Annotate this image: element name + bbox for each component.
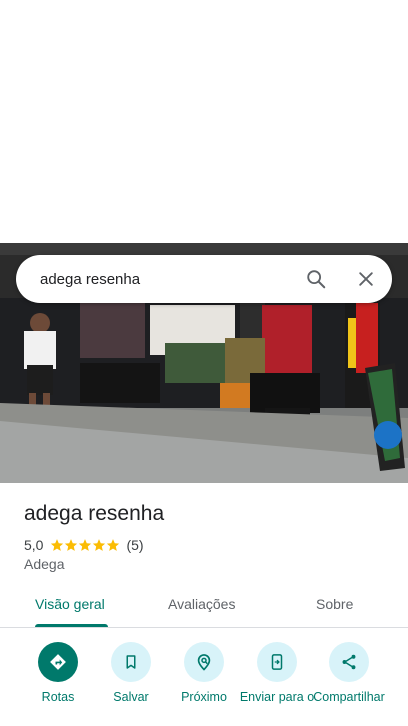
place-category: Adega (24, 556, 65, 572)
tab-overview[interactable]: Visão geral (35, 596, 105, 612)
map-blank-area (0, 0, 408, 243)
save-label: Salvar (113, 690, 149, 704)
action-bar: Rotas Salvar Próximo Enviar para o Compa… (0, 642, 408, 726)
search-input[interactable]: adega resenha (40, 271, 304, 288)
directions-icon (38, 642, 78, 682)
send-to-phone-label: Enviar para o (239, 690, 315, 704)
review-count[interactable]: (5) (126, 537, 143, 553)
share-button[interactable]: Compartilhar (309, 642, 389, 705)
star-rating (50, 538, 120, 552)
tab-bar: Visão geral Avaliações Sobre (0, 586, 408, 628)
nearby-button[interactable]: Próximo (164, 642, 244, 705)
tab-reviews[interactable]: Avaliações (168, 596, 235, 612)
search-bar[interactable]: adega resenha (16, 255, 392, 303)
send-to-phone-icon (257, 642, 297, 682)
send-to-phone-button[interactable]: Enviar para o (237, 642, 317, 705)
place-title: adega resenha (24, 502, 165, 525)
star-icon (107, 539, 120, 551)
nearby-label: Próximo (181, 690, 227, 704)
directions-button[interactable]: Rotas (18, 642, 98, 705)
active-tab-indicator (35, 624, 108, 627)
share-icon (329, 642, 369, 682)
bookmark-icon (111, 642, 151, 682)
star-icon (65, 539, 78, 551)
save-button[interactable]: Salvar (91, 642, 171, 705)
share-label: Compartilhar (313, 690, 385, 704)
search-icon[interactable] (304, 267, 328, 291)
rating-value: 5,0 (24, 537, 44, 553)
close-icon[interactable] (354, 267, 378, 291)
tab-about[interactable]: Sobre (316, 596, 353, 612)
star-icon (79, 539, 92, 551)
rating-row[interactable]: 5,0 (5) (24, 536, 144, 554)
nearby-icon (184, 642, 224, 682)
star-icon (93, 539, 106, 551)
directions-label: Rotas (41, 690, 75, 704)
star-icon (51, 539, 64, 551)
